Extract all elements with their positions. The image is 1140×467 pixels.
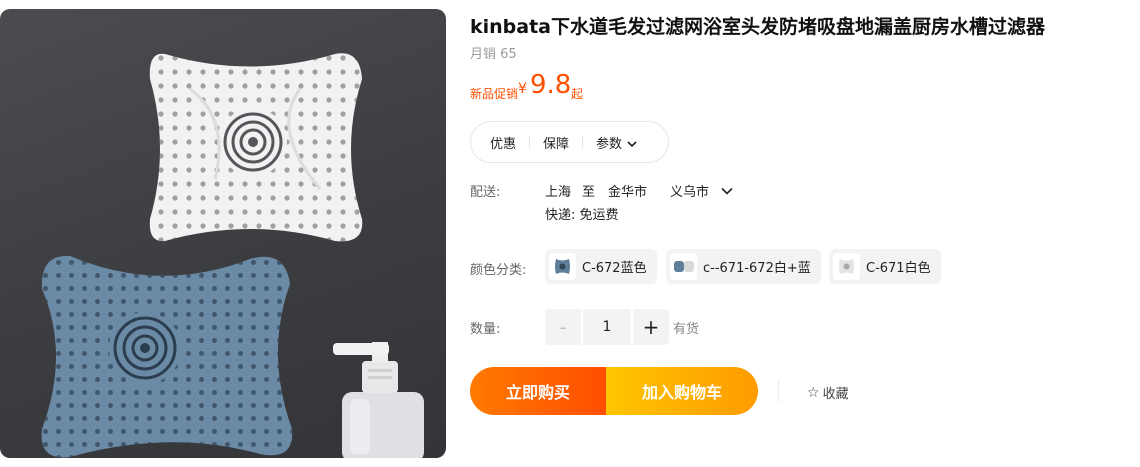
ship-city: 金华市 [608,185,648,200]
blue-filter-thumb-icon [549,253,576,280]
product-title: kinbata下水道毛发过滤网浴室头发防堵吸盘地漏盖厨房水槽过滤器 [470,16,1046,38]
sku-option-blue[interactable]: C-672蓝色 [545,249,657,284]
shipping-label: 配送: [470,185,501,200]
currency-symbol: ¥ [518,81,527,97]
stock-status: 有货 [673,322,700,337]
monthly-sales: 月销 65 [470,47,517,62]
quantity-decrease-button[interactable]: - [545,309,581,345]
tab-parameters-label: 参数 [596,136,623,152]
sku-label: c--671-672白+蓝 [703,261,811,276]
chevron-down-icon [721,187,733,195]
tab-discounts[interactable]: 优惠 [490,133,516,152]
price-suffix: 起 [571,87,584,101]
color-label: 颜色分类: [470,263,527,278]
ship-from: 上海 [545,185,572,200]
shipping-route[interactable]: 上海 至 金华市 义乌市 [545,181,733,200]
tab-separator [582,136,584,148]
blue-white-filter-thumb-icon [670,253,697,280]
star-icon: ☆ [807,384,820,401]
sku-option-white-blue[interactable]: c--671-672白+蓝 [666,249,821,284]
product-image[interactable] [0,9,446,458]
info-tabs: 优惠 保障 参数 [470,121,669,163]
sku-label: C-672蓝色 [582,261,647,276]
tab-separator [529,136,531,148]
quantity-input[interactable]: 1 [583,309,631,345]
tab-parameters[interactable]: 参数 [596,133,637,152]
ship-district: 义乌市 [670,185,710,200]
tab-guarantee[interactable]: 保障 [543,133,569,152]
sku-option-white[interactable]: C-671白色 [829,249,941,284]
favorite-button[interactable]: ☆ 收藏 [807,383,849,403]
promo-label: 新品促销 [470,87,519,101]
quantity-increase-button[interactable]: + [633,309,669,345]
sku-label: C-671白色 [866,261,931,276]
action-divider [778,380,779,402]
white-filter-thumb-icon [833,253,860,280]
buy-now-button[interactable]: 立即购买 [470,367,606,415]
product-photo-illustration [41,53,424,458]
price-value: 9.8 [530,70,572,100]
quantity-label: 数量: [470,322,501,337]
chevron-down-icon [627,137,637,152]
shipping-fee: 快递: 免运费 [545,208,619,223]
add-to-cart-button[interactable]: 加入购物车 [606,367,758,415]
ship-to-word: 至 [582,185,596,200]
favorite-label: 收藏 [822,387,849,402]
